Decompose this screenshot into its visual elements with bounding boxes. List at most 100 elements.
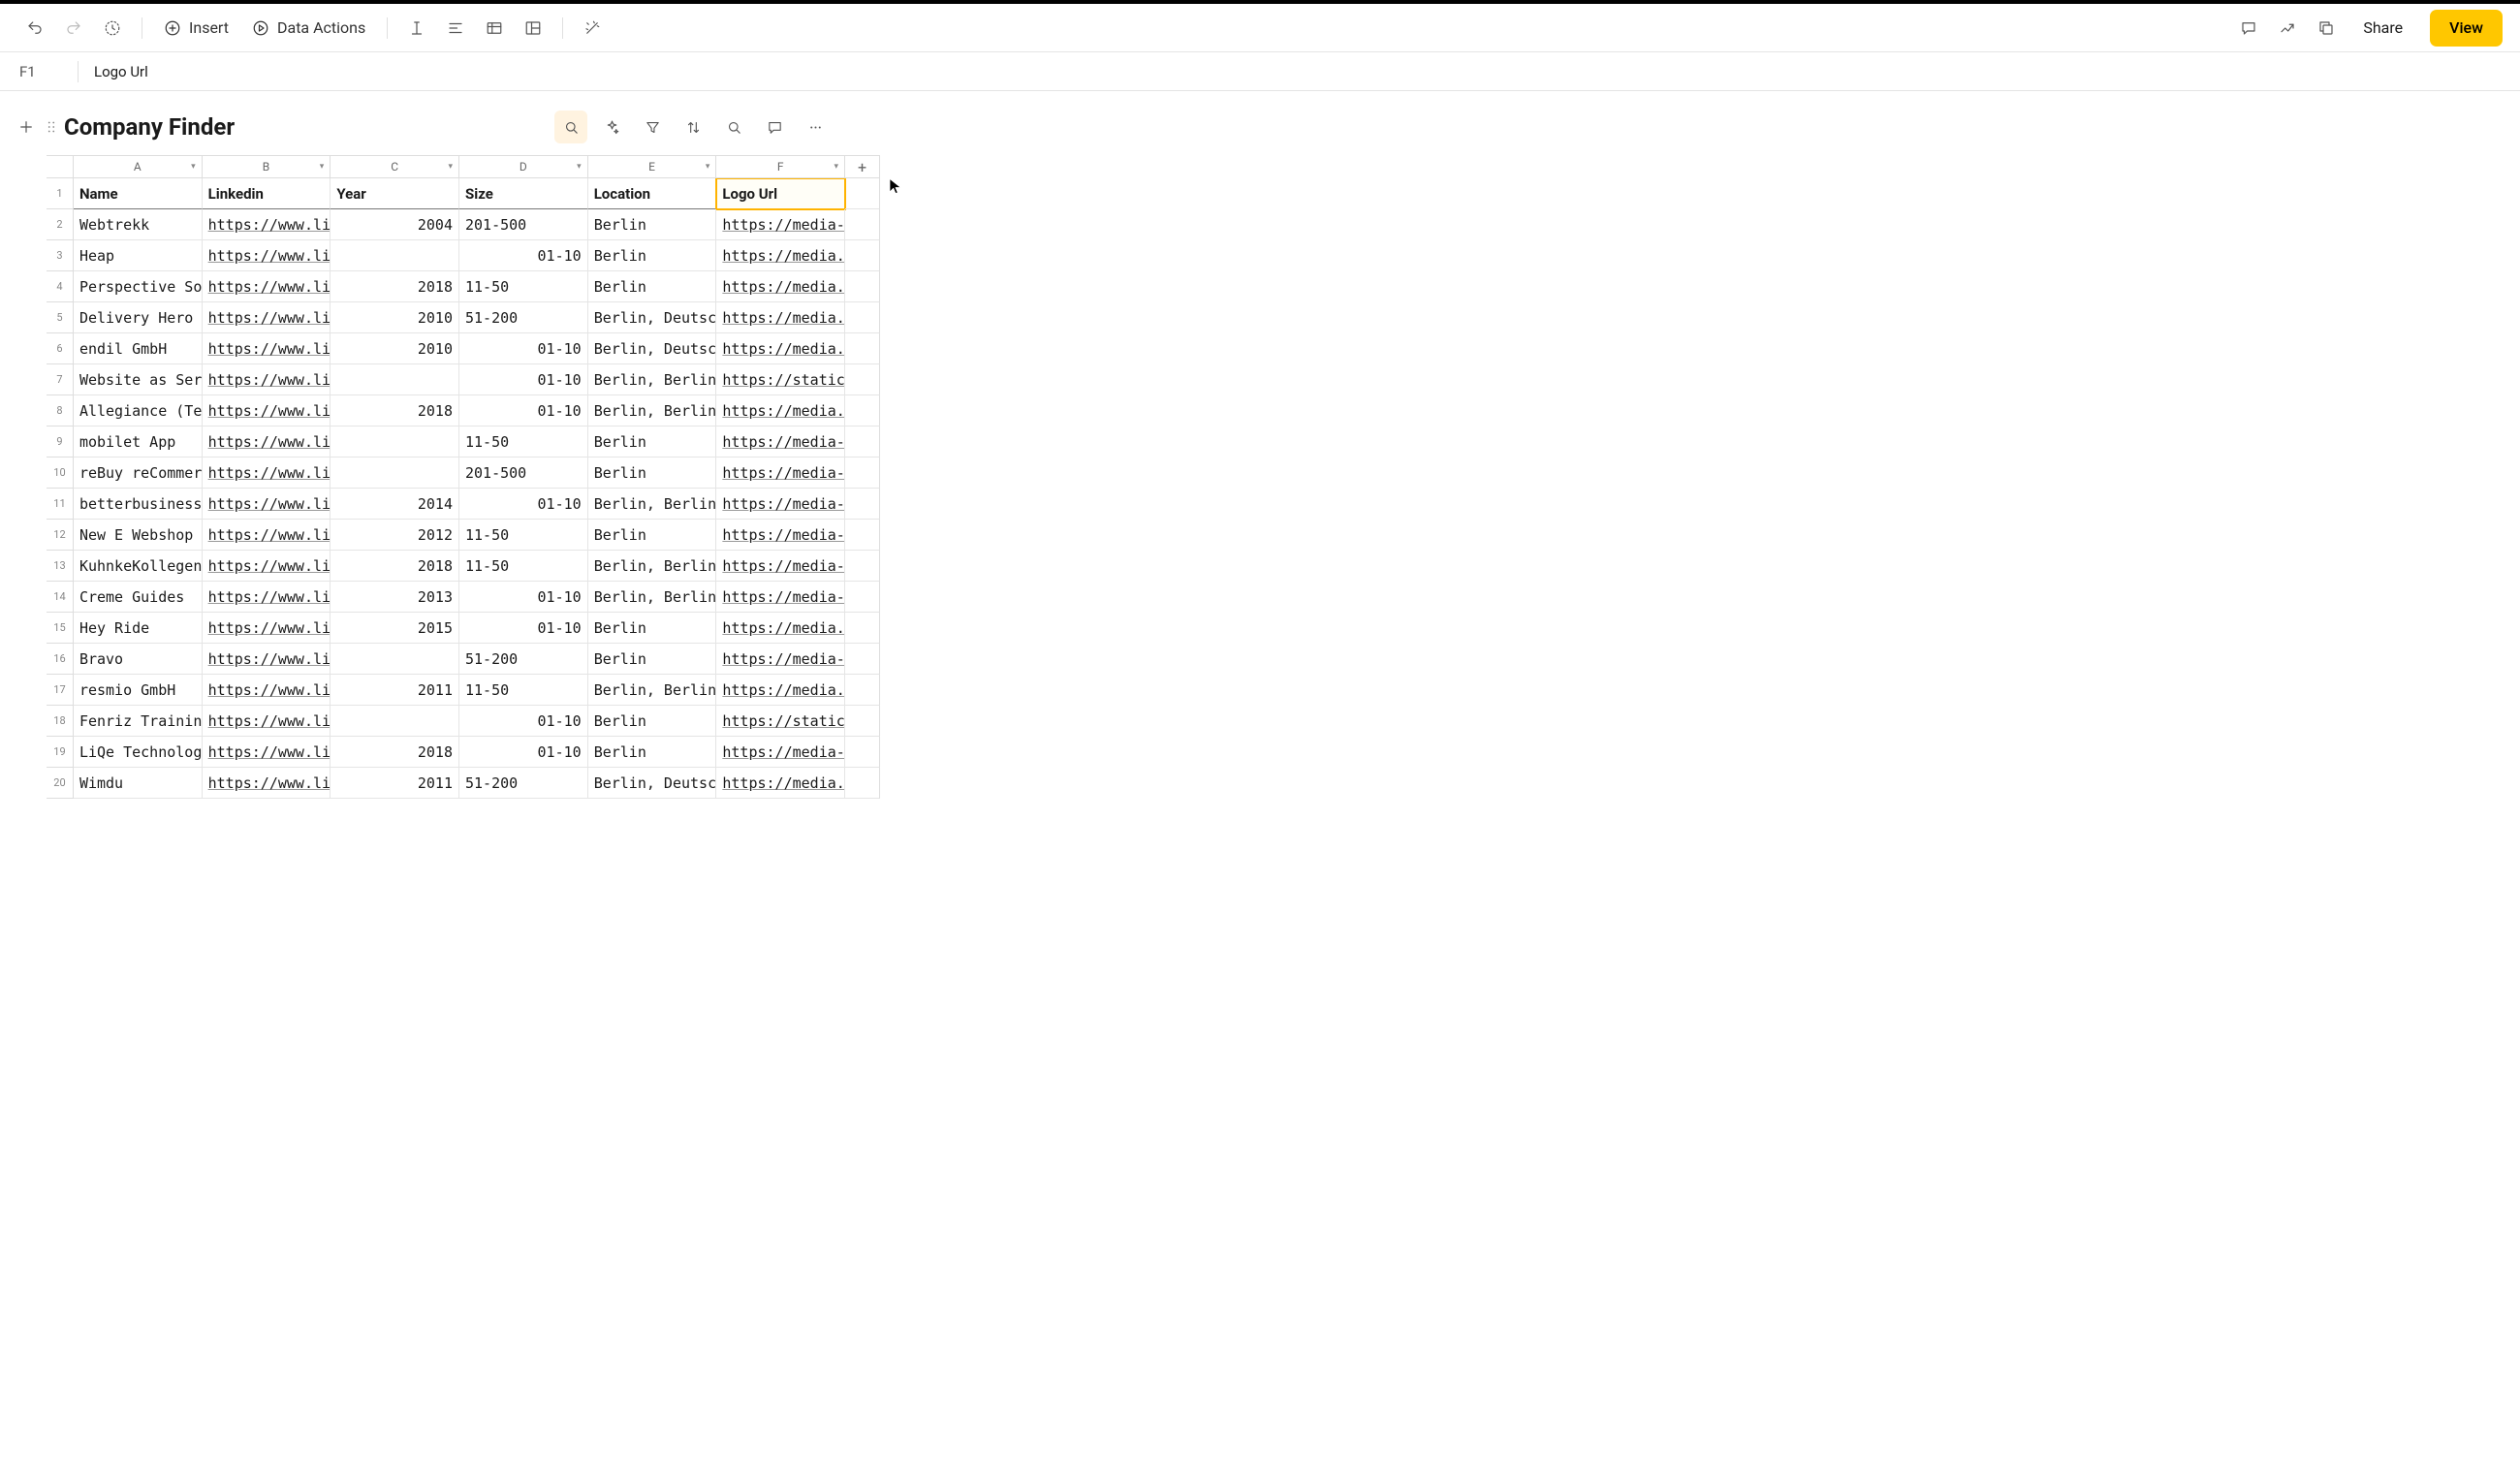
cell-location[interactable]: Berlin xyxy=(588,644,717,675)
cell-location[interactable]: Berlin, Deutschlan xyxy=(588,768,717,799)
cell-name[interactable]: Fenriz Training Cer xyxy=(74,706,203,737)
sheet-find-button[interactable] xyxy=(717,111,750,143)
empty-cell[interactable] xyxy=(845,613,880,644)
empty-cell[interactable] xyxy=(845,706,880,737)
cell-logo-url[interactable]: https://media-e xyxy=(716,644,845,675)
cell-name[interactable]: New E Webshop xyxy=(74,520,203,551)
header-cell[interactable]: Name xyxy=(74,178,203,209)
formula-content[interactable]: Logo Url xyxy=(94,63,148,80)
cell-location[interactable]: Berlin, Deutschlan xyxy=(588,333,717,364)
column-header-A[interactable]: A▾ xyxy=(74,155,203,178)
sheet-filter-button[interactable] xyxy=(636,111,669,143)
cell-year[interactable]: 2018 xyxy=(331,395,459,426)
magic-button[interactable] xyxy=(575,11,610,46)
empty-cell[interactable] xyxy=(845,737,880,768)
row-number[interactable]: 13 xyxy=(47,551,74,582)
sheet-more-button[interactable] xyxy=(799,111,832,143)
cell-size[interactable]: 01-10 xyxy=(459,737,588,768)
history-button[interactable] xyxy=(95,11,130,46)
cell-size[interactable]: 01-10 xyxy=(459,364,588,395)
cell-location[interactable]: Berlin xyxy=(588,240,717,271)
comment-button[interactable] xyxy=(2231,11,2266,46)
cell-year[interactable]: 2010 xyxy=(331,302,459,333)
cell-location[interactable]: Berlin, Deutschlan xyxy=(588,302,717,333)
cell-size[interactable]: 51-200 xyxy=(459,302,588,333)
cell-year[interactable]: 2004 xyxy=(331,209,459,240)
cell-name[interactable]: Webtrekk xyxy=(74,209,203,240)
cell-name[interactable]: LiQe Technologies xyxy=(74,737,203,768)
row-number[interactable]: 14 xyxy=(47,582,74,613)
cell-year[interactable]: 2011 xyxy=(331,675,459,706)
cell-year[interactable]: 2014 xyxy=(331,489,459,520)
cell-year[interactable] xyxy=(331,426,459,458)
cell-linkedin[interactable]: https://www.link xyxy=(203,458,331,489)
cell-linkedin[interactable]: https://www.link xyxy=(203,582,331,613)
table-format-button[interactable] xyxy=(477,11,512,46)
copy-button[interactable] xyxy=(2309,11,2344,46)
undo-button[interactable] xyxy=(17,11,52,46)
cell-logo-url[interactable]: https://media-e xyxy=(716,582,845,613)
empty-cell[interactable] xyxy=(845,240,880,271)
cell-name[interactable]: Website as Service xyxy=(74,364,203,395)
sheet-title[interactable]: Company Finder xyxy=(64,113,235,141)
cell-name[interactable]: endil GmbH xyxy=(74,333,203,364)
cell-year[interactable]: 2011 xyxy=(331,768,459,799)
row-number[interactable]: 16 xyxy=(47,644,74,675)
cell-logo-url[interactable]: https://media-e xyxy=(716,489,845,520)
cell-logo-url[interactable]: https://media.lic xyxy=(716,395,845,426)
cell-linkedin[interactable]: https://www.link xyxy=(203,644,331,675)
empty-cell[interactable] xyxy=(845,209,880,240)
cell-size[interactable]: 51-200 xyxy=(459,644,588,675)
cell-location[interactable]: Berlin, Berlin xyxy=(588,582,717,613)
cell-size[interactable]: 01-10 xyxy=(459,395,588,426)
cell-location[interactable]: Berlin xyxy=(588,426,717,458)
cell-linkedin[interactable]: https://www.link xyxy=(203,675,331,706)
header-cell[interactable]: Linkedin xyxy=(203,178,331,209)
empty-cell[interactable] xyxy=(845,768,880,799)
row-number[interactable]: 12 xyxy=(47,520,74,551)
empty-cell[interactable] xyxy=(845,489,880,520)
empty-cell[interactable] xyxy=(845,364,880,395)
text-format-button[interactable] xyxy=(399,11,434,46)
row-number[interactable]: 11 xyxy=(47,489,74,520)
cell-size[interactable]: 201-500 xyxy=(459,458,588,489)
cell-size[interactable]: 201-500 xyxy=(459,209,588,240)
cell-linkedin[interactable]: https://www.link xyxy=(203,271,331,302)
cell-linkedin[interactable]: https://www.link xyxy=(203,240,331,271)
empty-cell[interactable] xyxy=(845,426,880,458)
cell-logo-url[interactable]: https://media.lic xyxy=(716,302,845,333)
cell-linkedin[interactable]: https://www.link xyxy=(203,768,331,799)
sheet-ai-button[interactable] xyxy=(595,111,628,143)
cell-linkedin[interactable]: https://www.link xyxy=(203,209,331,240)
cell-name[interactable]: Creme Guides xyxy=(74,582,203,613)
row-number[interactable]: 1 xyxy=(47,178,74,209)
cell-logo-url[interactable]: https://media.lic xyxy=(716,271,845,302)
cell-year[interactable]: 2010 xyxy=(331,333,459,364)
cell-size[interactable]: 01-10 xyxy=(459,582,588,613)
cell-name[interactable]: reBuy reCommerce xyxy=(74,458,203,489)
header-cell-selected[interactable]: Logo Url xyxy=(716,178,845,209)
active-cell-indicator[interactable]: F1 xyxy=(19,63,78,80)
cell-linkedin[interactable]: https://www.link xyxy=(203,333,331,364)
row-number[interactable]: 7 xyxy=(47,364,74,395)
row-number[interactable]: 15 xyxy=(47,613,74,644)
cell-year[interactable] xyxy=(331,240,459,271)
data-actions-button[interactable]: Data Actions xyxy=(242,11,375,46)
column-header-E[interactable]: E▾ xyxy=(588,155,717,178)
cell-size[interactable]: 01-10 xyxy=(459,613,588,644)
cell-logo-url[interactable]: https://media-e xyxy=(716,520,845,551)
cell-logo-url[interactable]: https://media.lic xyxy=(716,675,845,706)
cell-linkedin[interactable]: https://www.link xyxy=(203,613,331,644)
cell-logo-url[interactable]: https://media-e xyxy=(716,426,845,458)
cell-location[interactable]: Berlin, Berlin xyxy=(588,364,717,395)
trend-button[interactable] xyxy=(2270,11,2305,46)
column-header-B[interactable]: B▾ xyxy=(203,155,331,178)
cell-logo-url[interactable]: https://media.lic xyxy=(716,768,845,799)
row-number[interactable]: 6 xyxy=(47,333,74,364)
cell-logo-url[interactable]: https://media-e xyxy=(716,737,845,768)
cell-location[interactable]: Berlin xyxy=(588,520,717,551)
empty-cell[interactable] xyxy=(845,458,880,489)
row-number[interactable]: 3 xyxy=(47,240,74,271)
column-header-F[interactable]: F▾ xyxy=(716,155,845,178)
cell-linkedin[interactable]: https://www.link xyxy=(203,302,331,333)
